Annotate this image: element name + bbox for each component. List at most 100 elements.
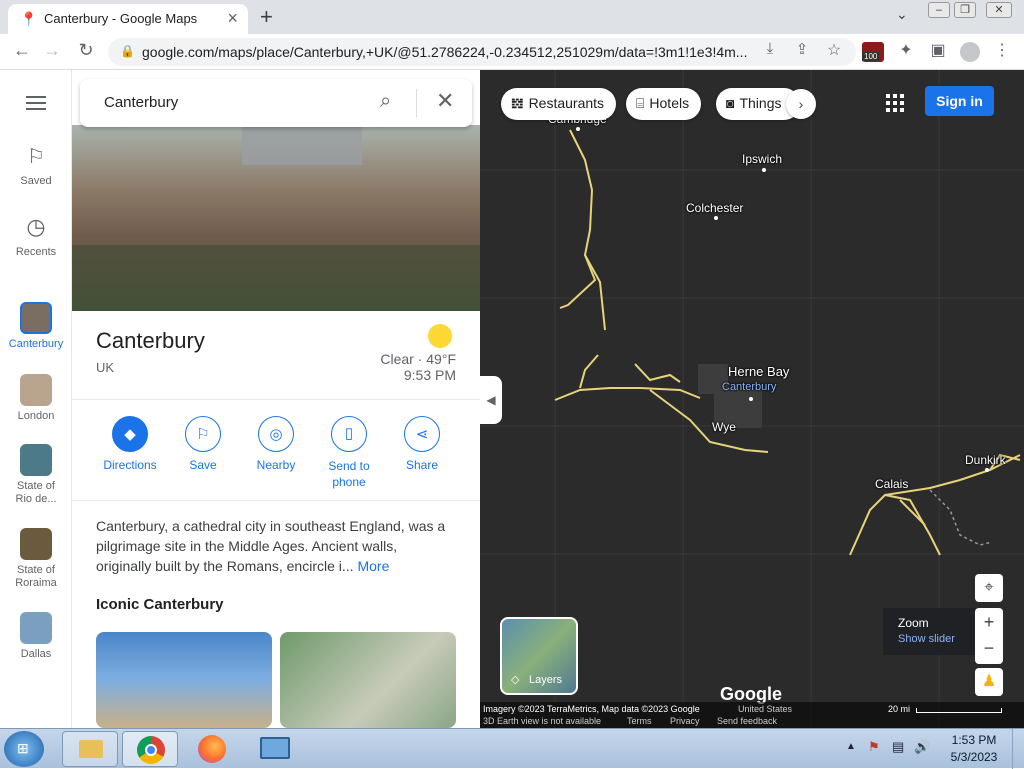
zoom-tooltip: Zoom Show slider bbox=[883, 608, 975, 655]
minimize-button[interactable]: – bbox=[928, 2, 950, 18]
bookmark-icon: ⚐ bbox=[185, 416, 221, 452]
history-icon: ◷ bbox=[26, 214, 46, 239]
install-icon[interactable]: ⤓ bbox=[758, 40, 782, 57]
directions-button[interactable]: ◆ Directions bbox=[96, 416, 164, 472]
chip-label: Hotels bbox=[649, 95, 690, 111]
control-panel-taskbar-button[interactable] bbox=[246, 731, 302, 767]
map-dot bbox=[714, 216, 718, 220]
photo-card-map[interactable] bbox=[280, 632, 456, 728]
restore-button[interactable]: ❐ bbox=[954, 2, 976, 18]
map-label-herne-bay[interactable]: Herne Bay bbox=[728, 364, 789, 379]
search-box[interactable]: Canterbury ⌕ ✕ bbox=[80, 79, 472, 127]
my-location-icon[interactable]: ⌖ bbox=[975, 574, 1003, 602]
profile-avatar[interactable] bbox=[960, 42, 980, 62]
send-to-phone-button[interactable]: ▯ Send to phone bbox=[315, 416, 383, 490]
chrome-taskbar-button[interactable] bbox=[122, 731, 178, 767]
fork-knife-icon: 𝍌 bbox=[511, 95, 524, 111]
zoom-in-button[interactable]: + bbox=[975, 608, 1003, 636]
rail-place-label: State of Roraima bbox=[15, 564, 57, 589]
chip-restaurants[interactable]: 𝍌 Restaurants bbox=[501, 88, 617, 120]
clock-date: 5/3/2023 bbox=[950, 750, 998, 764]
close-window-button[interactable]: ✕ bbox=[986, 2, 1012, 18]
forward-icon[interactable]: → bbox=[40, 40, 64, 61]
region-text[interactable]: United States bbox=[738, 704, 792, 714]
action-center-icon[interactable]: ⚑ bbox=[868, 739, 880, 755]
side-panel-icon[interactable]: ▣ bbox=[926, 40, 950, 60]
search-input[interactable]: Canterbury bbox=[104, 94, 178, 111]
save-button[interactable]: ⚐ Save bbox=[169, 416, 237, 472]
zoom-out-button[interactable]: − bbox=[975, 636, 1003, 664]
rail-recents[interactable]: ◷ Recents bbox=[0, 214, 72, 258]
network-icon[interactable]: ▤ bbox=[892, 739, 904, 755]
place-thumbnail bbox=[20, 612, 52, 644]
sign-in-button[interactable]: Sign in bbox=[925, 86, 994, 116]
show-slider-link[interactable]: Show slider bbox=[898, 633, 975, 645]
map-canvas[interactable]: Cambridge Ipswich Colchester Herne Bay C… bbox=[480, 70, 1024, 728]
attribution-bar: Imagery ©2023 TerraMetrics, Map data ©20… bbox=[480, 702, 1024, 728]
firefox-taskbar-button[interactable] bbox=[184, 731, 240, 767]
chevron-down-icon[interactable]: ⌄ bbox=[896, 6, 908, 23]
close-search-icon[interactable]: ✕ bbox=[436, 88, 454, 114]
action-label: Directions bbox=[103, 458, 157, 472]
address-bar[interactable]: 🔒 google.com/maps/place/Canterbury,+UK/@… bbox=[108, 38, 856, 66]
layers-icon: ◇ bbox=[511, 674, 520, 686]
extension-icon[interactable]: 100 bbox=[862, 42, 884, 62]
description-text: Canterbury, a cathedral city in southeas… bbox=[96, 518, 446, 574]
photo-card-cathedral[interactable] bbox=[96, 632, 272, 728]
back-icon[interactable]: ← bbox=[10, 40, 34, 61]
rail-saved[interactable]: ⚐ Saved bbox=[0, 144, 72, 187]
tray-expand-icon[interactable]: ▲ bbox=[846, 741, 856, 752]
privacy-link[interactable]: Privacy bbox=[670, 716, 700, 726]
new-tab-icon[interactable]: + bbox=[260, 4, 273, 30]
volume-icon[interactable]: 🔊 bbox=[914, 739, 930, 755]
explorer-taskbar-button[interactable] bbox=[62, 731, 118, 767]
zoom-tooltip-title: Zoom bbox=[898, 616, 929, 630]
section-title: Iconic Canterbury bbox=[96, 596, 224, 613]
map-label-dunkirk[interactable]: Dunkirk bbox=[965, 453, 1006, 467]
system-clock[interactable]: 1:53 PM 5/3/2023 bbox=[942, 733, 1006, 764]
rail-place-london[interactable]: London bbox=[0, 374, 72, 422]
map-label-calais[interactable]: Calais bbox=[875, 477, 908, 491]
map-label-colchester[interactable]: Colchester bbox=[686, 201, 743, 215]
feedback-link[interactable]: Send feedback bbox=[717, 716, 777, 726]
rail-place-dallas[interactable]: Dallas bbox=[0, 612, 72, 660]
chip-hotels[interactable]: ⌸ Hotels bbox=[626, 88, 702, 120]
layers-button[interactable]: ◇ Layers bbox=[500, 617, 578, 695]
map-label-ipswich[interactable]: Ipswich bbox=[742, 152, 782, 166]
more-link[interactable]: More bbox=[357, 558, 389, 574]
show-desktop-button[interactable] bbox=[1012, 729, 1024, 769]
divider bbox=[72, 500, 480, 501]
pegman-icon[interactable]: ♟ bbox=[975, 668, 1003, 696]
maps-pin-icon: 📍 bbox=[20, 11, 38, 27]
rail-place-canterbury[interactable]: Canterbury bbox=[0, 302, 72, 350]
collapse-panel-button[interactable]: ◀ bbox=[480, 376, 502, 424]
share-page-icon[interactable]: ⇪ bbox=[790, 40, 814, 58]
action-label: Send to phone bbox=[328, 459, 370, 489]
share-button[interactable]: ⋖ Share bbox=[388, 416, 456, 472]
map-label-wye[interactable]: Wye bbox=[712, 420, 736, 434]
rail-place-rio[interactable]: State of Rio de... bbox=[0, 444, 72, 506]
browser-toolbar: ← → ↻ 🔒 google.com/maps/place/Canterbury… bbox=[0, 34, 1024, 70]
weather-text: Clear · 49°F bbox=[380, 351, 456, 367]
nearby-button[interactable]: ◎ Nearby bbox=[242, 416, 310, 472]
apps-grid-icon[interactable] bbox=[886, 94, 904, 112]
puzzle-extensions-icon[interactable]: ✦ bbox=[894, 40, 918, 60]
search-icon[interactable]: ⌕ bbox=[380, 90, 391, 113]
chevron-right-icon[interactable]: › bbox=[786, 89, 816, 119]
terms-link[interactable]: Terms bbox=[627, 716, 652, 726]
hamburger-menu-icon[interactable] bbox=[26, 96, 46, 110]
more-menu-icon[interactable]: ⋮ bbox=[990, 40, 1014, 60]
browser-tab[interactable]: 📍 Canterbury - Google Maps × bbox=[8, 4, 248, 34]
windows-logo-icon: ⊞ bbox=[17, 740, 29, 756]
chip-label: Restaurants bbox=[528, 95, 605, 111]
map-dot bbox=[749, 397, 753, 401]
rail-place-label: Dallas bbox=[20, 648, 52, 660]
close-tab-icon[interactable]: × bbox=[227, 8, 238, 29]
bookmark-star-icon[interactable]: ☆ bbox=[822, 40, 846, 60]
start-button[interactable]: ⊞ bbox=[4, 731, 44, 767]
place-hero-photo[interactable] bbox=[72, 125, 480, 311]
reload-icon[interactable]: ↻ bbox=[74, 40, 98, 61]
map-label-canterbury[interactable]: Canterbury bbox=[722, 381, 776, 393]
rail-place-roraima[interactable]: State of Roraima bbox=[0, 528, 72, 590]
scale-label[interactable]: 20 mi bbox=[888, 704, 910, 714]
